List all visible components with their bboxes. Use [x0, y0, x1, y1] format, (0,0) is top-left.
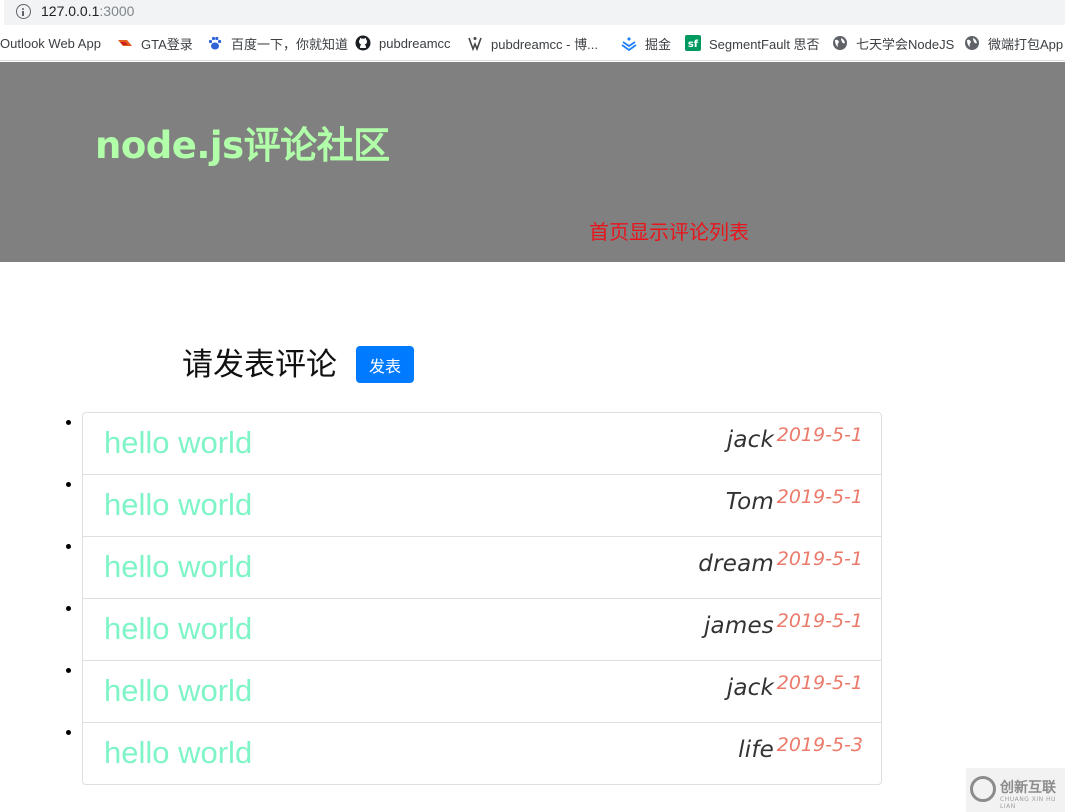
- comment-author: jack: [726, 675, 774, 701]
- cnblogs-icon: [468, 37, 482, 51]
- comment-author: Tom: [725, 489, 774, 515]
- globe-icon: [965, 36, 979, 50]
- bookmark-label: pubdreamcc: [379, 35, 451, 51]
- bookmark-juejin[interactable]: 掘金: [621, 25, 671, 61]
- watermark-text: 创新互联: [1000, 780, 1056, 796]
- bookmark-nodejs[interactable]: 七天学会NodeJS: [832, 25, 954, 61]
- svg-text:sf: sf: [688, 39, 699, 50]
- site-title: node.js评论社区: [95, 124, 390, 167]
- comment-text: hello world: [104, 673, 253, 708]
- bookmark-outlook[interactable]: Outlook Web App: [0, 25, 101, 61]
- comment-list: hello world jack 2019-5-1 hello world To…: [82, 412, 882, 785]
- url-field[interactable]: 127.0.0.1:3000: [4, 0, 1065, 25]
- comment-date: 2019-5-1: [776, 548, 863, 570]
- bookmark-weiduan[interactable]: 微端打包App: [964, 25, 1063, 61]
- comment-author: james: [703, 613, 774, 639]
- baidu-paw-icon: [208, 36, 222, 50]
- watermark-logo-icon: [970, 776, 996, 802]
- gta-icon: [118, 40, 132, 46]
- bookmark-label: 掘金: [645, 36, 672, 52]
- publish-button[interactable]: 发表: [356, 346, 414, 383]
- bookmark-segmentfault[interactable]: sf SegmentFault 思否: [685, 25, 820, 61]
- info-icon[interactable]: [16, 4, 31, 19]
- bookmark-baidu[interactable]: 百度一下，你就知道: [207, 25, 348, 61]
- list-item: hello world life 2019-5-3: [83, 723, 881, 784]
- list-item: hello world jack 2019-5-1: [83, 661, 881, 723]
- bookmark-cnblogs[interactable]: pubdreamcc - 博...: [467, 25, 598, 61]
- comment-date: 2019-5-3: [776, 734, 863, 756]
- comment-author: life: [738, 737, 774, 763]
- bookmark-label: 七天学会NodeJS: [856, 36, 955, 52]
- comment-date: 2019-5-1: [776, 486, 863, 508]
- page-title: 请发表评论: [182, 347, 337, 383]
- bookmark-github[interactable]: pubdreamcc: [355, 25, 451, 61]
- comment-author: dream: [698, 551, 774, 577]
- comment-date: 2019-5-1: [776, 672, 863, 694]
- comment-list-link[interactable]: 首页显示评论列表: [589, 216, 749, 245]
- list-item: hello world Tom 2019-5-1: [83, 475, 881, 537]
- list-item: hello world james 2019-5-1: [83, 599, 881, 661]
- comment-text: hello world: [104, 549, 253, 584]
- bookmark-label: SegmentFault 思否: [709, 36, 820, 52]
- juejin-icon: [621, 37, 637, 51]
- bookmark-label: GTA登录: [141, 36, 193, 52]
- address-bar: 127.0.0.1:3000: [0, 0, 1065, 25]
- comment-date: 2019-5-1: [776, 424, 863, 446]
- list-item: hello world jack 2019-5-1: [83, 413, 881, 475]
- watermark: 创新互联 CHUANG XIN HU LIAN: [966, 768, 1065, 812]
- comment-date: 2019-5-1: [776, 610, 863, 632]
- bookmark-label: Outlook Web App: [0, 35, 101, 51]
- watermark-subtext: CHUANG XIN HU LIAN: [1000, 796, 1056, 810]
- url-text[interactable]: 127.0.0.1:3000: [41, 3, 134, 19]
- comment-text: hello world: [104, 425, 253, 460]
- bookmarks-bar: Outlook Web App GTA登录 百度一下，你就知道 pubdream…: [0, 25, 1065, 61]
- comment-text: hello world: [104, 487, 253, 522]
- comment-author: jack: [726, 427, 774, 453]
- github-icon: [355, 35, 371, 51]
- bookmark-gta[interactable]: GTA登录: [117, 25, 193, 61]
- list-item: hello world dream 2019-5-1: [83, 537, 881, 599]
- segmentfault-icon: sf: [685, 35, 701, 51]
- comment-text: hello world: [104, 735, 253, 770]
- bookmark-label: 微端打包App: [988, 36, 1064, 52]
- comment-text: hello world: [104, 611, 253, 646]
- bookmark-label: 百度一下，你就知道: [231, 36, 349, 52]
- globe-icon: [833, 36, 847, 50]
- bookmark-label: pubdreamcc - 博...: [491, 36, 598, 52]
